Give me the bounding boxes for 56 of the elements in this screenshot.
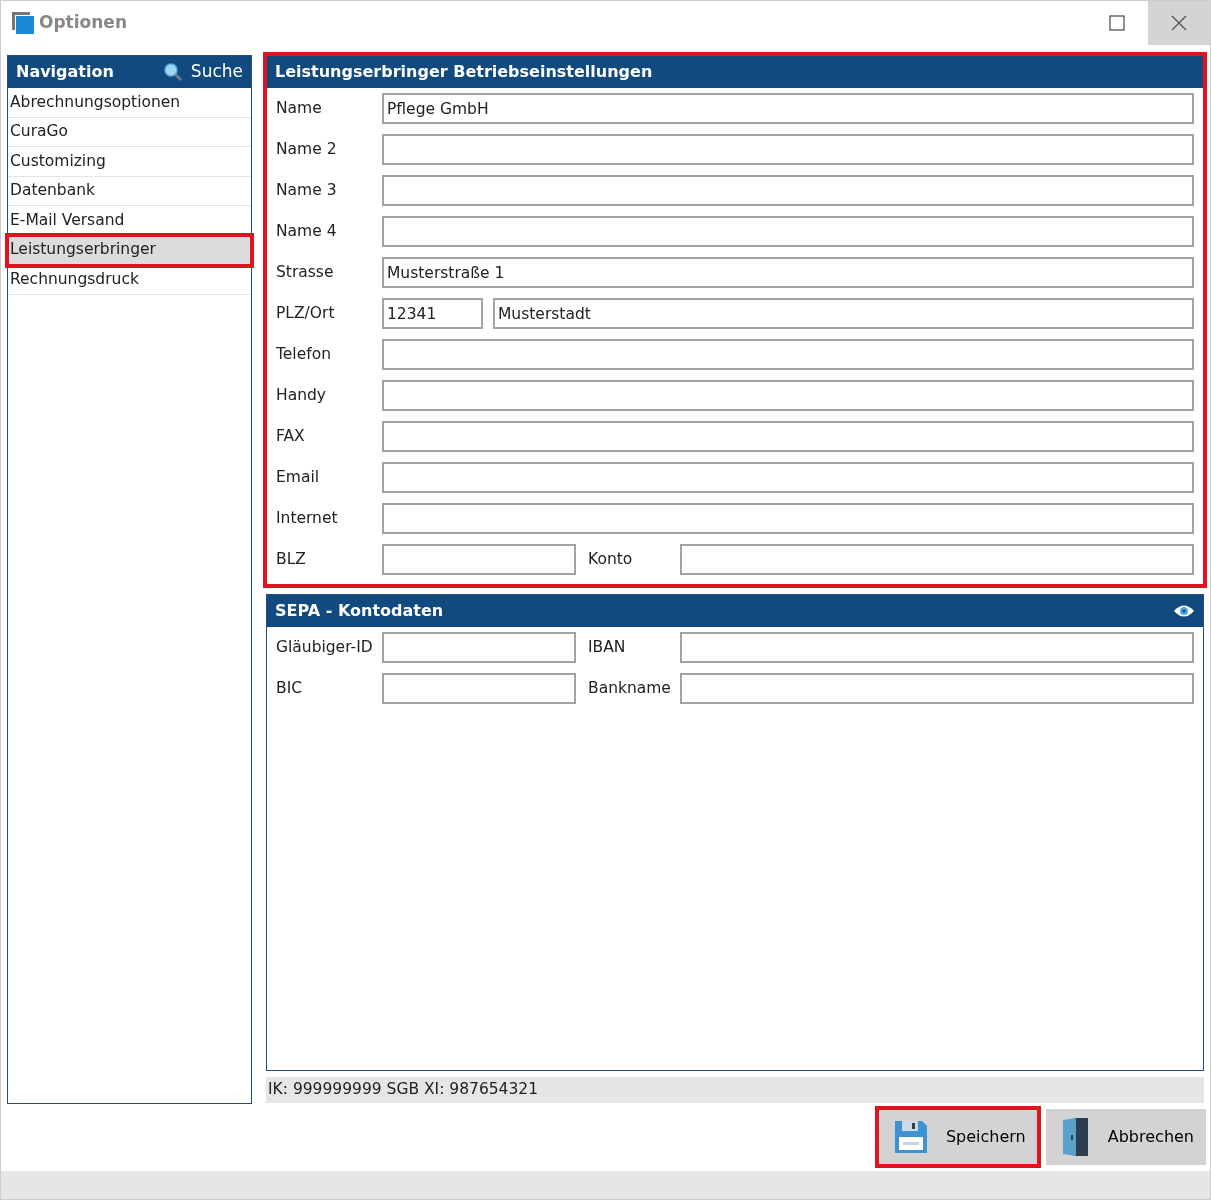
field-label: PLZ/Ort <box>276 302 336 324</box>
input-field[interactable] <box>382 175 1194 206</box>
door-icon <box>1061 1117 1090 1157</box>
field-label: IBAN <box>587 636 627 658</box>
input-field[interactable] <box>680 632 1194 663</box>
input-field[interactable] <box>382 339 1194 370</box>
cancel-button[interactable]: Abbrechen <box>1045 1109 1206 1165</box>
input-field[interactable] <box>382 462 1194 493</box>
panel-title: Leistungserbringer Betriebseinstellungen <box>275 61 653 83</box>
window-title: Optionen <box>39 11 127 35</box>
navigation-item[interactable]: CuraGo <box>8 117 251 147</box>
field-label: BIC <box>276 677 304 699</box>
app-icon <box>11 11 35 35</box>
field-label: Internet <box>276 507 339 529</box>
navigation-item[interactable]: Datenbank <box>8 176 251 206</box>
close-button[interactable] <box>1148 1 1210 45</box>
input-field[interactable] <box>382 544 576 575</box>
field-label: Name 2 <box>276 138 338 160</box>
navigation-item[interactable]: Customizing <box>8 147 251 177</box>
panel-title: SEPA - Kontodaten <box>275 600 444 622</box>
field-label: Konto <box>587 548 634 570</box>
input-field[interactable]: Musterstraße 1 <box>382 257 1194 288</box>
save-button[interactable]: Speichern <box>877 1109 1038 1165</box>
input-field[interactable] <box>382 632 576 663</box>
field-label: Name 4 <box>276 220 338 242</box>
field-label: Name <box>276 97 323 119</box>
eye-icon[interactable] <box>1173 603 1195 619</box>
navigation-title: Navigation <box>16 61 114 83</box>
field-label: Handy <box>276 384 327 406</box>
field-label: BLZ <box>276 548 307 570</box>
input-field[interactable]: Musterstadt <box>493 298 1194 329</box>
field-label: Name 3 <box>276 179 338 201</box>
input-field[interactable] <box>382 134 1194 165</box>
input-field[interactable]: 12341 <box>382 298 483 329</box>
input-field[interactable] <box>680 544 1194 575</box>
input-field[interactable] <box>680 673 1194 704</box>
input-field[interactable] <box>382 503 1194 534</box>
input-field[interactable]: Pflege GmbH <box>382 93 1194 124</box>
input-field[interactable] <box>382 673 576 704</box>
field-label: Telefon <box>276 343 332 365</box>
close-icon <box>1170 14 1188 32</box>
search-icon <box>163 62 184 82</box>
input-field[interactable] <box>382 380 1194 411</box>
input-field[interactable] <box>382 421 1194 452</box>
field-label: Email <box>276 466 320 488</box>
field-label: FAX <box>276 425 306 447</box>
field-label: Bankname <box>587 677 672 699</box>
input-field[interactable] <box>382 216 1194 247</box>
search-link[interactable]: Suche <box>163 59 243 85</box>
navigation-item[interactable]: Rechnungsdruck <box>8 265 251 295</box>
field-label: Gläubiger-ID <box>276 636 374 658</box>
field-label: Strasse <box>276 261 335 283</box>
navigation-item[interactable]: Leistungserbringer <box>8 235 251 265</box>
navigation-item[interactable]: Abrechnungsoptionen <box>8 88 251 118</box>
status-bar: IK: 999999999 SGB XI: 987654321 <box>266 1077 1204 1103</box>
maximize-icon <box>1109 15 1125 31</box>
